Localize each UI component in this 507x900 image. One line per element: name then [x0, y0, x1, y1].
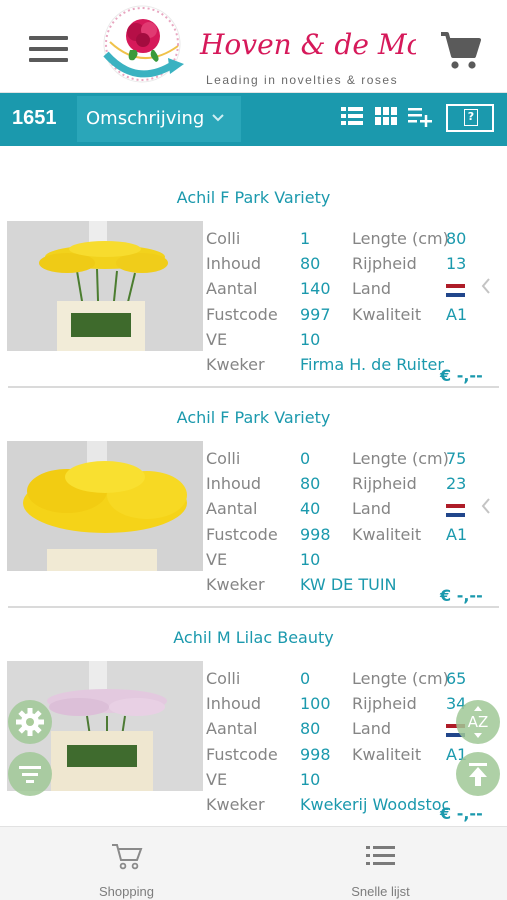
label-ve: VE	[206, 330, 228, 349]
label-kwaliteit: Kwaliteit	[352, 525, 422, 544]
label-land: Land	[352, 499, 392, 518]
arrow-up-to-top-icon	[469, 763, 487, 786]
add-to-list-icon[interactable]	[408, 105, 434, 129]
sort-dropdown[interactable]: Omschrijving	[77, 96, 241, 142]
value-fustcode: 997	[300, 305, 331, 324]
value-ve: 10	[300, 330, 321, 349]
shopping-tab-label: Shopping	[99, 884, 154, 899]
app-header: Hoven & de Mooij Leading in novelties & …	[0, 0, 507, 93]
label-inhoud: Inhoud	[206, 254, 262, 273]
label-fustcode: Fustcode	[206, 745, 278, 764]
value-ve: 10	[300, 550, 321, 569]
label-colli: Colli	[206, 229, 241, 248]
label-rijpheid: Rijpheid	[352, 474, 417, 493]
label-ve: VE	[206, 550, 228, 569]
label-aantal: Aantal	[206, 499, 258, 518]
label-aantal: Aantal	[206, 719, 258, 738]
value-inhoud: 80	[300, 474, 321, 493]
label-colli: Colli	[206, 669, 241, 688]
settings-fab[interactable]	[8, 700, 52, 744]
product-price: € -,--	[440, 804, 483, 823]
gear-icon	[16, 708, 44, 736]
sort-dropdown-label: Omschrijving	[86, 108, 205, 129]
product-list: Achil F Park Variety Colli Inhoud Aantal…	[0, 146, 507, 826]
label-colli: Colli	[206, 449, 241, 468]
value-aantal: 140	[300, 279, 331, 298]
product-card[interactable]: Achil F Park Variety Colli Inhoud Aantal…	[0, 146, 507, 385]
label-land: Land	[352, 279, 392, 298]
label-inhoud: Inhoud	[206, 474, 262, 493]
value-colli: 0	[300, 449, 311, 468]
product-photo[interactable]	[7, 221, 203, 351]
value-kwaliteit: A1	[446, 525, 468, 544]
product-photo[interactable]	[7, 441, 203, 571]
sort-az-icon: AZ	[468, 706, 489, 738]
scroll-top-fab[interactable]	[456, 752, 500, 796]
quick-list-tab-label: Snelle lijst	[351, 884, 410, 899]
cart-icon[interactable]	[438, 28, 482, 72]
shopping-tab[interactable]: Shopping	[0, 827, 253, 900]
value-rijpheid: 13	[446, 254, 467, 273]
value-lengte: 80	[446, 229, 467, 248]
list-toolbar: 1651 Omschrijving ?	[0, 93, 507, 146]
label-aantal: Aantal	[206, 279, 258, 298]
logo-text: Hoven & de Mooij	[199, 28, 416, 61]
label-lengte: Lengte (cm)	[352, 449, 449, 468]
chevron-left-icon[interactable]	[480, 277, 492, 295]
quick-list-tab[interactable]: Snelle lijst	[254, 827, 507, 900]
netherlands-flag-icon	[446, 284, 465, 297]
netherlands-flag-icon	[446, 504, 465, 517]
chevron-down-icon	[212, 114, 224, 122]
product-title: Achil F Park Variety	[176, 408, 331, 427]
chevron-left-icon[interactable]	[480, 497, 492, 515]
value-lengte: 65	[446, 669, 467, 688]
menu-icon[interactable]	[29, 36, 69, 62]
product-card[interactable]: Achil F Park Variety Colli Inhoud Aantal…	[0, 366, 507, 605]
value-colli: 0	[300, 669, 311, 688]
list-view-icon[interactable]	[341, 105, 363, 127]
logo-tagline: Leading in novelties & roses	[206, 73, 398, 87]
label-kwaliteit: Kwaliteit	[352, 745, 422, 764]
cart-outline-icon	[112, 844, 143, 870]
label-lengte: Lengte (cm)	[352, 669, 449, 688]
help-button[interactable]: ?	[446, 104, 494, 132]
value-aantal: 80	[300, 719, 321, 738]
value-colli: 1	[300, 229, 311, 248]
value-kwaliteit: A1	[446, 305, 468, 324]
result-count: 1651	[12, 107, 57, 129]
product-title: Achil M Lilac Beauty	[173, 628, 334, 647]
label-land: Land	[352, 719, 392, 738]
label-kwaliteit: Kwaliteit	[352, 305, 422, 324]
product-card[interactable]: Achil M Lilac Beauty Colli Inhoud Aantal…	[0, 586, 507, 823]
help-icon: ?	[464, 109, 478, 126]
label-kweker: Kweker	[206, 795, 265, 814]
value-inhoud: 100	[300, 694, 331, 713]
label-inhoud: Inhoud	[206, 694, 262, 713]
value-aantal: 40	[300, 499, 321, 518]
list-icon	[366, 846, 395, 865]
label-rijpheid: Rijpheid	[352, 694, 417, 713]
label-rijpheid: Rijpheid	[352, 254, 417, 273]
value-rijpheid: 23	[446, 474, 467, 493]
bottom-nav: Shopping Snelle lijst	[0, 826, 507, 900]
value-fustcode: 998	[300, 745, 331, 764]
label-ve: VE	[206, 770, 228, 789]
value-fustcode: 998	[300, 525, 331, 544]
product-title: Achil F Park Variety	[176, 188, 331, 207]
grid-view-icon[interactable]	[375, 105, 397, 127]
filter-icon	[19, 766, 41, 783]
value-kweker: Kwekerij Woodstoc	[300, 795, 448, 814]
value-lengte: 75	[446, 449, 467, 468]
brand-logo: Hoven & de Mooij Leading in novelties & …	[96, 2, 458, 92]
svg-text:AZ: AZ	[468, 713, 489, 731]
value-ve: 10	[300, 770, 321, 789]
label-fustcode: Fustcode	[206, 525, 278, 544]
label-lengte: Lengte (cm)	[352, 229, 449, 248]
sort-az-fab[interactable]: AZ	[456, 700, 500, 744]
value-inhoud: 80	[300, 254, 321, 273]
filter-fab[interactable]	[8, 752, 52, 796]
label-fustcode: Fustcode	[206, 305, 278, 324]
